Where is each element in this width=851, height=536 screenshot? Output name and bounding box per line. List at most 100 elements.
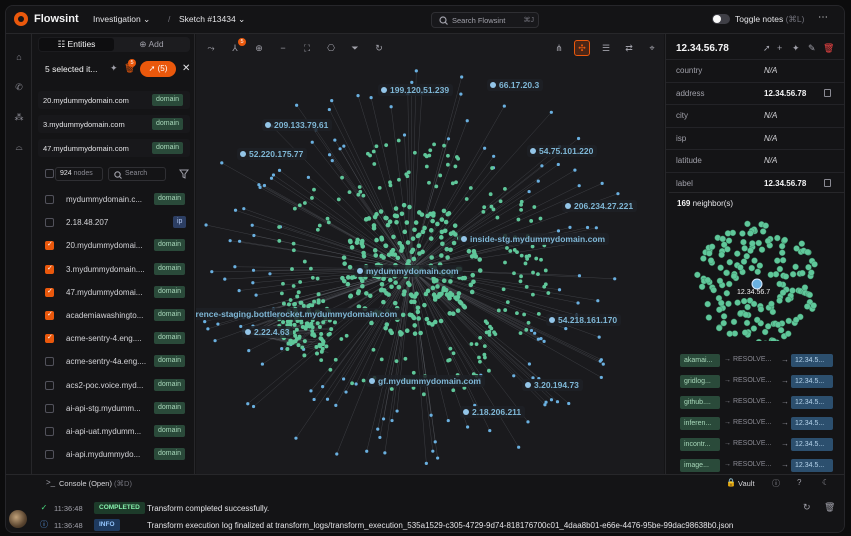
graph-node[interactable]: [533, 331, 537, 335]
graph-node[interactable]: [405, 240, 411, 245]
sketch-menu[interactable]: Sketch #13434 ⌄: [179, 14, 245, 25]
neighbor-node[interactable]: [810, 302, 817, 309]
graph-node[interactable]: [424, 164, 429, 169]
graph-node[interactable]: [360, 283, 365, 289]
graph-node[interactable]: [470, 272, 476, 278]
graph-node[interactable]: [291, 248, 296, 253]
graph-node[interactable]: [599, 375, 603, 380]
graph-node[interactable]: [412, 150, 417, 155]
graph-node[interactable]: [374, 144, 379, 149]
graph-node[interactable]: [399, 245, 405, 251]
neighbor-node[interactable]: [724, 246, 731, 253]
neighbor-node[interactable]: [757, 306, 765, 313]
neighbor-node[interactable]: [730, 272, 738, 280]
graph-node[interactable]: [428, 148, 433, 153]
graph-node[interactable]: [327, 331, 332, 336]
relation-row[interactable]: incontr... → RESOLVE... → 12.34.5...: [666, 434, 844, 455]
graph-node[interactable]: [310, 275, 315, 280]
graph-node[interactable]: [378, 209, 384, 214]
neighbor-node[interactable]: [785, 330, 792, 337]
graph-node[interactable]: [532, 205, 537, 209]
list-item[interactable]: academiawashingto... domain: [32, 304, 194, 327]
graph-node[interactable]: [345, 281, 351, 287]
path-icon[interactable]: ⤳: [203, 40, 219, 56]
graph-node[interactable]: [319, 358, 324, 363]
neighbor-node[interactable]: [761, 328, 769, 336]
graph-node[interactable]: [471, 279, 476, 285]
graph-node[interactable]: [502, 104, 506, 108]
graph-node-label[interactable]: 209.133.79.61: [262, 119, 333, 131]
graph-node[interactable]: [597, 335, 601, 339]
graph-node[interactable]: [437, 292, 442, 297]
graph-node[interactable]: [412, 299, 417, 305]
graph-node[interactable]: [340, 275, 345, 281]
neighbor-node[interactable]: [704, 276, 711, 284]
close-icon[interactable]: ✕: [182, 63, 190, 74]
graph-node[interactable]: [296, 290, 301, 295]
graph-node[interactable]: [573, 168, 577, 172]
merge-icon[interactable]: ⎔: [323, 40, 339, 56]
graph-node[interactable]: [488, 192, 493, 197]
graph-node[interactable]: [410, 236, 416, 241]
graph-node[interactable]: [399, 211, 405, 217]
neighbor-node[interactable]: [730, 318, 738, 326]
graph-node[interactable]: [471, 248, 477, 254]
graph-node[interactable]: [297, 335, 302, 340]
graph-node[interactable]: [496, 308, 501, 313]
graph-node[interactable]: [526, 320, 531, 325]
graph-node[interactable]: [376, 427, 380, 431]
graph-node[interactable]: [210, 270, 214, 274]
graph-node[interactable]: [327, 107, 331, 112]
neighbor-node[interactable]: [758, 246, 766, 253]
graph-node[interactable]: [354, 240, 360, 245]
refresh-icon[interactable]: ↻: [371, 40, 387, 56]
graph-node[interactable]: [292, 301, 297, 306]
selected-item[interactable]: 47.mydummydomain.com domain: [38, 139, 190, 157]
graph-node[interactable]: [519, 274, 523, 279]
graph-node[interactable]: [422, 225, 427, 231]
graph-node[interactable]: [516, 217, 521, 222]
graph-svg[interactable]: [196, 34, 664, 474]
graph-node[interactable]: [344, 390, 348, 394]
zoom-in-icon[interactable]: ⊕: [251, 40, 267, 56]
neighbor-node[interactable]: [768, 300, 775, 308]
graph-node[interactable]: [412, 227, 417, 233]
graph-node[interactable]: [364, 291, 369, 296]
graph-node[interactable]: [446, 153, 450, 158]
graph-node[interactable]: [466, 425, 470, 429]
graph-node[interactable]: [320, 346, 325, 351]
neighbor-node[interactable]: [716, 324, 723, 332]
neighbor-node[interactable]: [725, 237, 733, 244]
graph-node[interactable]: [347, 238, 353, 244]
more-options-icon[interactable]: ⋯: [818, 12, 828, 23]
graph-node[interactable]: [427, 180, 431, 185]
neighbor-node[interactable]: [743, 253, 750, 260]
graph-node[interactable]: [439, 229, 445, 235]
row-checkbox[interactable]: [45, 403, 54, 413]
neighbor-node[interactable]: [718, 251, 725, 258]
neighbor-node[interactable]: [698, 283, 706, 290]
list-item[interactable]: ai-api-stg.mydumm... domain: [32, 397, 194, 420]
graph-node[interactable]: [422, 302, 427, 308]
graph-node[interactable]: [247, 349, 251, 353]
graph-node[interactable]: [393, 206, 399, 211]
graph-node[interactable]: [396, 138, 401, 143]
graph-node[interactable]: [478, 335, 483, 340]
graph-node[interactable]: [459, 92, 463, 96]
graph-node[interactable]: [512, 248, 517, 252]
graph-node[interactable]: [355, 290, 361, 296]
filter-icon[interactable]: [179, 169, 189, 179]
graph-node[interactable]: [432, 142, 436, 147]
graph-node[interactable]: [518, 279, 523, 284]
graph-node[interactable]: [321, 299, 326, 304]
graph-node[interactable]: [435, 284, 440, 289]
graph-node[interactable]: [271, 173, 276, 177]
graph-node[interactable]: [315, 321, 320, 326]
graph-node[interactable]: [544, 400, 548, 404]
graph-node[interactable]: [317, 325, 322, 330]
graph-node[interactable]: [350, 381, 355, 386]
graph-node[interactable]: [302, 259, 307, 264]
neighbors-graph[interactable]: [669, 211, 844, 341]
graph-node[interactable]: [377, 185, 382, 190]
edit-icon[interactable]: ✎: [808, 43, 816, 54]
